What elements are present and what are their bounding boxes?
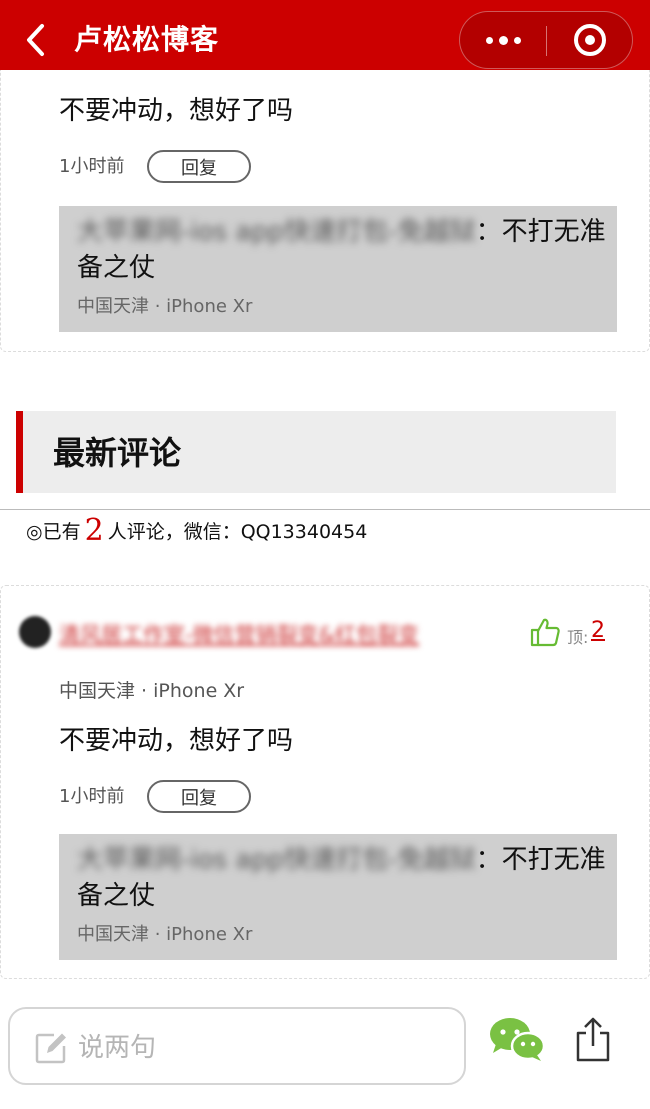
like-count[interactable]: 2 — [591, 618, 605, 643]
comment-text: 不要冲动，想好了吗 — [59, 726, 294, 756]
comment-card: 清风居工作室-微信营销裂变&红包裂变 顶: 2 中国天津 · iPhone Xr… — [0, 585, 650, 979]
latest-comments-header: 最新评论 — [16, 411, 616, 493]
quote-source-blurred: 大苹果网-ios app快速打包-免越狱 — [77, 217, 476, 247]
quoted-comment: 大苹果网-ios app快速打包-免越狱：不打无准备之仗 中国天津 · iPho… — [59, 206, 617, 332]
back-button[interactable] — [20, 20, 54, 60]
comment-text: 不要冲动，想好了吗 — [59, 96, 294, 126]
bottom-bar: 说两句 — [0, 990, 650, 1109]
reply-button[interactable]: 回复 — [147, 780, 251, 813]
avatar[interactable] — [19, 616, 51, 648]
close-miniprogram-button[interactable] — [547, 12, 633, 68]
wechat-icon[interactable] — [488, 1016, 546, 1062]
comment-input[interactable]: 说两句 — [8, 1007, 466, 1085]
quote-source-blurred: 大苹果网-ios app快速打包-免越狱 — [77, 845, 476, 875]
edit-icon — [35, 1033, 66, 1064]
comment-count-line: ◎已有 2 人评论，微信：QQ13340454 — [26, 513, 368, 548]
more-button[interactable] — [460, 12, 546, 68]
miniprogram-capsule — [459, 11, 633, 69]
target-circle-icon — [574, 24, 606, 56]
quote-text: 大苹果网-ios app快速打包-免越狱：不打无准备之仗 — [77, 845, 606, 911]
comment-time: 1小时前 — [59, 156, 125, 177]
comment-count: 2 — [84, 513, 104, 548]
divider — [0, 509, 650, 510]
quote-text: 大苹果网-ios app快速打包-免越狱：不打无准备之仗 — [77, 217, 606, 283]
share-icon[interactable] — [574, 1016, 612, 1062]
quoted-comment: 大苹果网-ios app快速打包-免越狱：不打无准备之仗 中国天津 · iPho… — [59, 834, 617, 960]
chevron-left-icon — [27, 24, 44, 56]
reply-button[interactable]: 回复 — [147, 150, 251, 183]
comment-time: 1小时前 — [59, 786, 125, 807]
more-dots-icon — [485, 36, 493, 44]
comment-author-link[interactable]: 清风居工作室-微信营销裂变&红包裂变 — [59, 619, 419, 649]
comment-placeholder: 说两句 — [78, 1033, 157, 1063]
comment-location: 中国天津 · iPhone Xr — [59, 680, 245, 702]
quote-meta: 中国天津 · iPhone Xr — [77, 924, 253, 945]
section-title: 最新评论 — [53, 434, 182, 472]
comment-card: 不要冲动，想好了吗 1小时前 回复 大苹果网-ios app快速打包-免越狱：不… — [0, 70, 650, 352]
like-label: 顶: — [567, 628, 589, 647]
quote-meta: 中国天津 · iPhone Xr — [77, 296, 253, 317]
page-title: 卢松松博客 — [74, 23, 220, 56]
thumbs-up-icon[interactable] — [529, 616, 561, 648]
